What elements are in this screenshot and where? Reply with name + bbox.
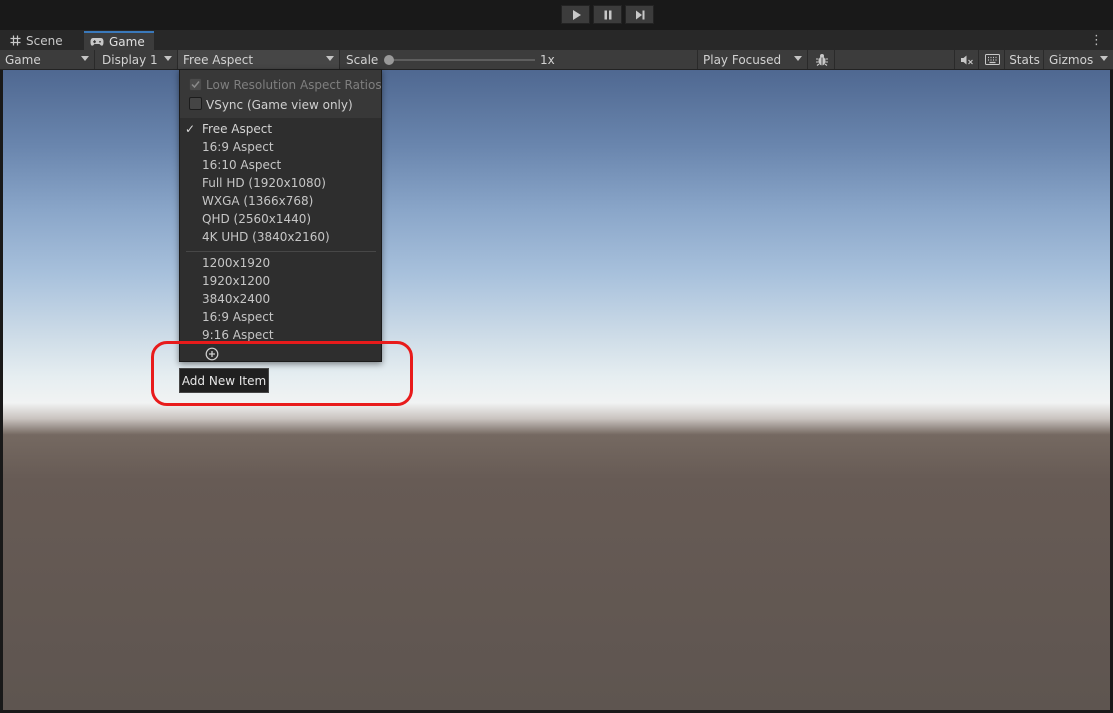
selected-checkmark-icon: ✓	[185, 122, 196, 136]
aspect-item-16-10[interactable]: 16:10 Aspect	[202, 158, 281, 172]
stats-button[interactable]: Stats	[1006, 50, 1044, 69]
chevron-down-icon	[1100, 56, 1108, 61]
low-res-label: Low Resolution Aspect Ratios	[206, 78, 382, 92]
aspect-dropdown-menu: Low Resolution Aspect Ratios VSync (Game…	[179, 69, 382, 362]
view-mode-label: Game	[5, 52, 41, 67]
tab-strip: Scene Game ⋮	[0, 30, 1113, 50]
dropdown-divider	[186, 251, 376, 252]
chevron-down-icon	[81, 56, 89, 61]
gamepad-icon	[90, 37, 104, 46]
custom-item-1200x1920[interactable]: 1200x1920	[202, 256, 270, 270]
aspect-item-4k-uhd[interactable]: 4K UHD (3840x2160)	[202, 230, 330, 244]
chevron-down-icon	[326, 56, 334, 61]
custom-item-16-9[interactable]: 16:9 Aspect	[202, 310, 274, 324]
stats-label: Stats	[1009, 52, 1040, 67]
aspect-item-16-9[interactable]: 16:9 Aspect	[202, 140, 274, 154]
chevron-down-icon	[164, 56, 172, 61]
shortcuts-toggle[interactable]	[980, 50, 1005, 69]
aspect-item-wxga[interactable]: WXGA (1366x768)	[202, 194, 313, 208]
tab-game-label: Game	[109, 34, 145, 49]
keyboard-icon	[984, 54, 1000, 65]
tab-scene[interactable]: Scene	[4, 31, 82, 50]
pause-button[interactable]	[593, 5, 622, 24]
gizmos-label: Gizmos	[1049, 52, 1094, 67]
custom-item-9-16[interactable]: 9:16 Aspect	[202, 328, 274, 342]
aspect-item-qhd[interactable]: QHD (2560x1440)	[202, 212, 311, 226]
display-label: Display 1	[102, 52, 158, 67]
aspect-dropdown[interactable]: Free Aspect	[178, 50, 340, 69]
low-res-checkbox[interactable]	[189, 78, 202, 91]
mute-audio-toggle[interactable]	[954, 50, 979, 69]
play-icon	[572, 9, 581, 20]
play-toolbar	[0, 0, 1113, 30]
checkmark-icon	[191, 81, 200, 89]
view-mode-dropdown[interactable]: Game	[0, 50, 95, 69]
kebab-menu-icon[interactable]: ⋮	[1090, 30, 1103, 50]
scale-slider-track[interactable]	[389, 59, 535, 61]
play-button[interactable]	[561, 5, 590, 24]
play-mode-dropdown[interactable]: Play Focused	[698, 50, 808, 69]
scale-value: 1x	[540, 53, 555, 67]
custom-item-3840x2400[interactable]: 3840x2400	[202, 292, 270, 306]
step-icon	[635, 10, 644, 19]
highlight-annotation	[151, 341, 413, 406]
vsync-checkbox[interactable]	[189, 97, 202, 110]
debug-toggle[interactable]	[810, 50, 835, 69]
custom-item-1920x1200[interactable]: 1920x1200	[202, 274, 270, 288]
gizmos-dropdown[interactable]: Gizmos	[1044, 50, 1113, 69]
tab-scene-label: Scene	[26, 33, 63, 48]
game-toolbar: Game Display 1 Free Aspect Scale 1x Play…	[0, 50, 1113, 70]
chevron-down-icon	[794, 56, 802, 61]
bug-icon	[816, 53, 828, 66]
play-mode-label: Play Focused	[703, 52, 782, 67]
aspect-label: Free Aspect	[183, 52, 254, 67]
tab-game[interactable]: Game	[84, 31, 154, 50]
aspect-item-full-hd[interactable]: Full HD (1920x1080)	[202, 176, 326, 190]
pause-icon	[604, 10, 611, 19]
speaker-muted-icon	[960, 55, 973, 64]
aspect-item-free[interactable]: Free Aspect	[202, 122, 272, 136]
scale-slider-handle[interactable]	[384, 55, 394, 65]
display-dropdown[interactable]: Display 1	[97, 50, 178, 69]
grid-icon	[10, 35, 21, 46]
step-button[interactable]	[625, 5, 654, 24]
vsync-label: VSync (Game view only)	[206, 98, 353, 112]
scale-label: Scale	[346, 52, 379, 67]
